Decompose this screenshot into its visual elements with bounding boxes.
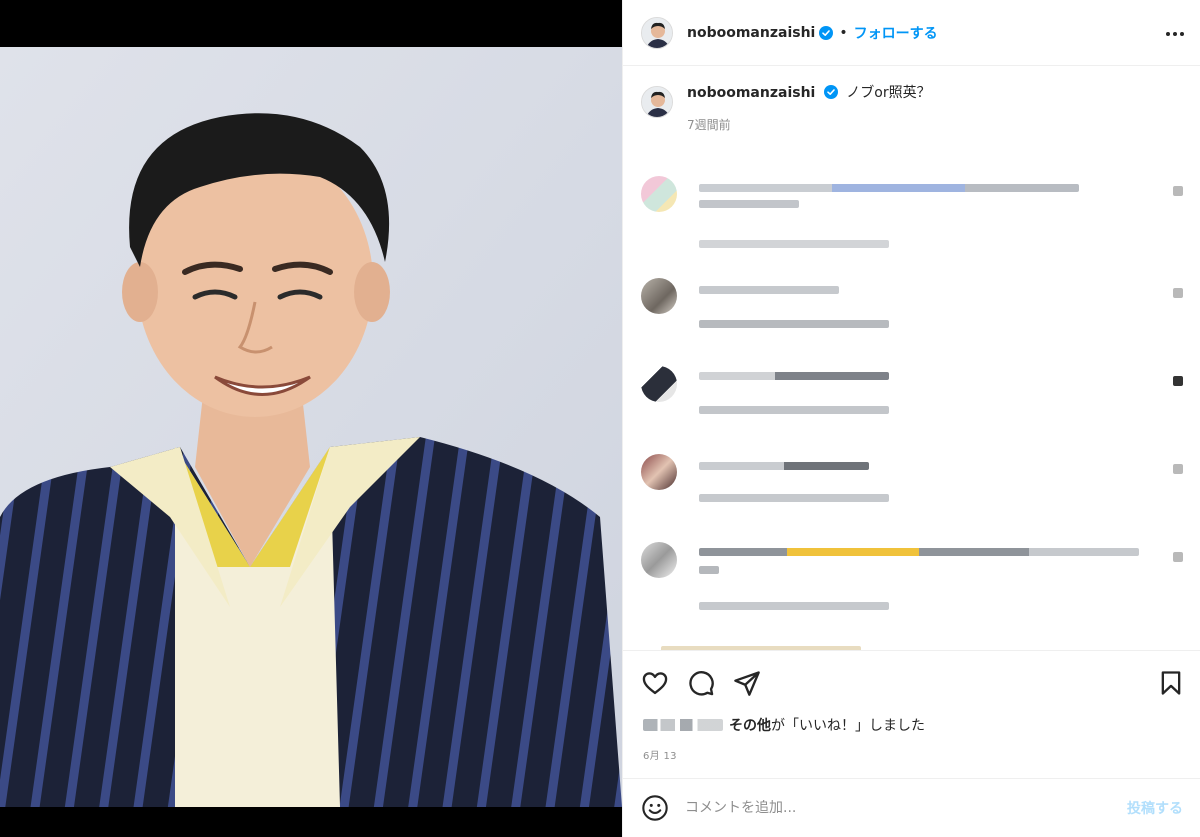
post-caption: noboomanzaishi ノブor照英？ 7週間前 bbox=[641, 84, 931, 133]
comments-list bbox=[623, 160, 1200, 650]
verified-badge-icon bbox=[819, 25, 834, 40]
commenter-avatar[interactable] bbox=[641, 366, 677, 402]
caption-timestamp[interactable]: 7週間前 bbox=[687, 116, 931, 133]
commenter-avatar[interactable] bbox=[641, 454, 677, 490]
caption-author-avatar[interactable] bbox=[641, 86, 673, 118]
likes-summary[interactable]: その他 が「いいね！」しました bbox=[643, 715, 925, 735]
more-options-icon[interactable] bbox=[1163, 22, 1187, 46]
comment-like-icon[interactable] bbox=[1173, 186, 1183, 196]
comment-input[interactable] bbox=[685, 800, 1085, 816]
heart-icon[interactable] bbox=[641, 669, 669, 697]
caption-username[interactable]: noboomanzaishi bbox=[687, 85, 815, 101]
post-media-pane bbox=[0, 0, 622, 837]
follow-button[interactable]: フォローする bbox=[854, 23, 938, 43]
comment-like-icon[interactable] bbox=[1173, 464, 1183, 474]
emoji-icon[interactable] bbox=[641, 794, 669, 822]
comment-like-icon[interactable] bbox=[1173, 376, 1183, 386]
commenter-avatar[interactable] bbox=[641, 176, 677, 212]
add-comment-bar: 投稿する bbox=[623, 778, 1200, 837]
comment-like-icon[interactable] bbox=[1173, 552, 1183, 562]
commenter-avatar[interactable] bbox=[641, 542, 677, 578]
likes-others-label: その他 bbox=[729, 718, 771, 734]
portrait-illustration bbox=[0, 47, 622, 807]
post-date[interactable]: 6月 13 bbox=[643, 747, 677, 762]
separator-dot: • bbox=[839, 24, 848, 41]
comment-icon[interactable] bbox=[687, 669, 715, 697]
share-icon[interactable] bbox=[733, 669, 761, 697]
author-username[interactable]: noboomanzaishi bbox=[687, 25, 815, 41]
post-header: noboomanzaishi • フォローする bbox=[623, 0, 1200, 66]
post-side-panel: noboomanzaishi • フォローする noboomanzaishi ノ… bbox=[622, 0, 1200, 837]
post-comment-button[interactable]: 投稿する bbox=[1127, 798, 1183, 818]
commenter-avatar[interactable] bbox=[641, 278, 677, 314]
liker-names-blurred bbox=[643, 719, 723, 731]
likes-suffix-label: が「いいね！」しました bbox=[771, 718, 925, 734]
author-avatar[interactable] bbox=[641, 16, 673, 49]
comment-like-icon[interactable] bbox=[1173, 288, 1183, 298]
verified-badge-icon bbox=[823, 85, 838, 99]
post-actions: その他 が「いいね！」しました 6月 13 bbox=[623, 650, 1200, 778]
post-photo[interactable] bbox=[0, 47, 622, 807]
caption-text: ノブor照英？ bbox=[846, 85, 931, 101]
bookmark-icon[interactable] bbox=[1157, 669, 1185, 697]
